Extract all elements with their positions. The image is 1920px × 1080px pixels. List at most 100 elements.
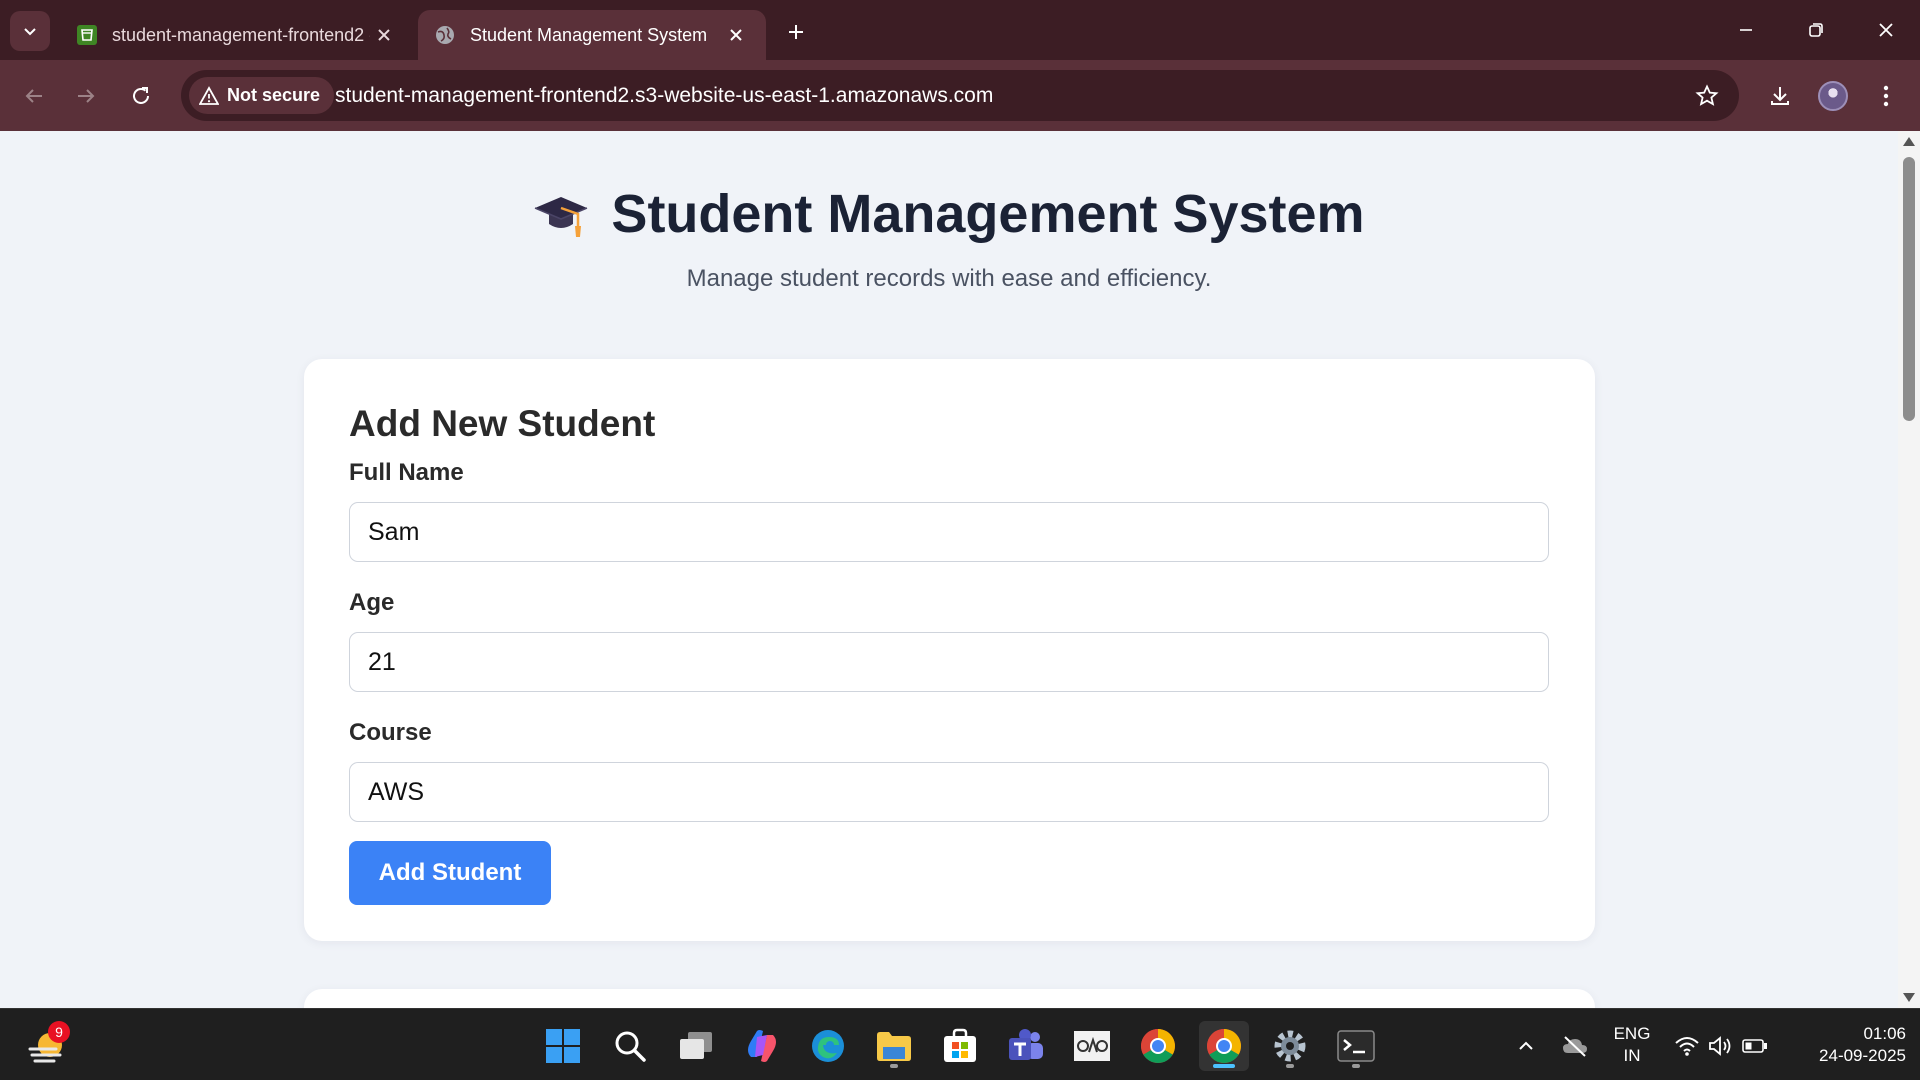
age-label: Age bbox=[349, 589, 395, 616]
course-label: Course bbox=[349, 719, 432, 746]
s3-bucket-icon bbox=[77, 25, 97, 45]
store-icon bbox=[944, 1028, 976, 1062]
tab-s3-console[interactable]: student-management-frontend2 - S3 bucket bbox=[60, 10, 414, 60]
forward-button[interactable] bbox=[66, 76, 106, 116]
profile-button[interactable] bbox=[1813, 76, 1853, 116]
scroll-thumb[interactable] bbox=[1903, 157, 1915, 421]
taskbar-search-button[interactable] bbox=[605, 1021, 655, 1071]
full-name-label: Full Name bbox=[349, 459, 464, 486]
scroll-down-arrow-icon[interactable] bbox=[1903, 993, 1915, 1002]
minimize-icon bbox=[1740, 29, 1752, 31]
chrome-profile-button[interactable] bbox=[1199, 1021, 1249, 1071]
settings-button[interactable] bbox=[1265, 1021, 1315, 1071]
course-input[interactable] bbox=[349, 762, 1549, 822]
restore-button[interactable] bbox=[1794, 10, 1838, 50]
page-header: Student Management System Manage student… bbox=[0, 183, 1898, 293]
notification-badge: 9 bbox=[48, 1021, 70, 1043]
url-text: student-management-frontend2.s3-website-… bbox=[335, 84, 994, 107]
new-tab-button[interactable] bbox=[780, 16, 812, 48]
tab-title: student-management-frontend2 - S3 bucket bbox=[112, 24, 370, 45]
scroll-up-arrow-icon[interactable] bbox=[1903, 137, 1915, 146]
back-button[interactable] bbox=[14, 76, 54, 116]
language-indicator[interactable]: ENG IN bbox=[1604, 1023, 1660, 1067]
edge-browser-button[interactable] bbox=[803, 1021, 853, 1071]
bookmark-button[interactable] bbox=[1691, 80, 1723, 112]
age-input[interactable] bbox=[349, 632, 1549, 692]
clock[interactable]: 01:06 24-09-2025 bbox=[1784, 1023, 1906, 1067]
region-code: IN bbox=[1623, 1046, 1641, 1065]
globe-icon bbox=[436, 26, 454, 44]
microsoft-store-button[interactable] bbox=[935, 1021, 985, 1071]
chevron-down-icon bbox=[24, 28, 36, 36]
full-name-input[interactable] bbox=[349, 502, 1549, 562]
folder-icon bbox=[877, 1032, 911, 1061]
page-viewport: Student Management System Manage student… bbox=[0, 131, 1898, 1008]
star-icon bbox=[1695, 84, 1719, 106]
chevron-up-icon bbox=[1519, 1041, 1533, 1050]
app-tile-icon bbox=[1074, 1031, 1110, 1061]
restore-icon bbox=[1809, 23, 1823, 37]
terminal-button[interactable] bbox=[1331, 1021, 1381, 1071]
search-icon bbox=[615, 1031, 646, 1062]
chrome-button[interactable] bbox=[1133, 1021, 1183, 1071]
tab-title: Student Management System bbox=[470, 24, 708, 45]
clock-time: 01:06 bbox=[1863, 1024, 1906, 1043]
arrow-right-icon bbox=[78, 89, 95, 103]
copilot-button[interactable] bbox=[737, 1021, 787, 1071]
page-scrollbar[interactable] bbox=[1898, 131, 1920, 1008]
quick-settings-button[interactable] bbox=[1666, 1021, 1776, 1071]
tab-close-button[interactable] bbox=[722, 21, 750, 49]
address-bar[interactable]: Not secure student-management-frontend2.… bbox=[181, 70, 1739, 121]
start-button[interactable] bbox=[538, 1021, 588, 1071]
plus-icon bbox=[789, 25, 803, 39]
close-icon bbox=[1879, 23, 1893, 37]
language-code: ENG bbox=[1613, 1024, 1651, 1043]
edge-icon bbox=[812, 1030, 844, 1062]
running-indicator bbox=[1352, 1064, 1360, 1068]
page-subtitle: Manage student records with ease and eff… bbox=[686, 265, 1212, 292]
tab-close-button[interactable] bbox=[370, 21, 398, 49]
download-icon bbox=[1771, 87, 1789, 105]
task-view-icon bbox=[680, 1032, 712, 1059]
chrome-icon bbox=[1207, 1029, 1241, 1063]
active-indicator bbox=[1213, 1064, 1235, 1068]
form-heading: Add New Student bbox=[349, 403, 656, 444]
copilot-icon bbox=[748, 1030, 776, 1062]
cloud-offline-icon bbox=[1563, 1036, 1587, 1057]
tab-search-button[interactable] bbox=[10, 11, 50, 51]
show-hidden-icons-button[interactable] bbox=[1501, 1021, 1551, 1071]
clock-date: 24-09-2025 bbox=[1819, 1046, 1906, 1065]
add-student-button[interactable]: Add Student bbox=[349, 841, 551, 905]
minimize-button[interactable] bbox=[1724, 10, 1768, 50]
add-student-card: Add New Student Full Name Age Course Add… bbox=[304, 359, 1595, 941]
browser-menu-button[interactable] bbox=[1866, 76, 1906, 116]
teams-button[interactable] bbox=[1001, 1021, 1051, 1071]
task-view-button[interactable] bbox=[671, 1021, 721, 1071]
windows-taskbar: 9 ENG IN 01:06 24-09-2025 bbox=[0, 1008, 1920, 1080]
more-vertical-icon bbox=[1883, 85, 1889, 107]
close-window-button[interactable] bbox=[1864, 10, 1908, 50]
avatar bbox=[1818, 81, 1848, 111]
security-label: Not secure bbox=[227, 85, 321, 105]
reload-button[interactable] bbox=[121, 76, 161, 116]
gear-icon bbox=[1274, 1030, 1306, 1062]
windows-logo-icon bbox=[546, 1029, 580, 1063]
browser-toolbar: Not secure student-management-frontend2.… bbox=[0, 60, 1920, 131]
warning-triangle-icon bbox=[199, 85, 219, 105]
pinned-app-button[interactable] bbox=[1067, 1021, 1117, 1071]
page-title: Student Management System bbox=[611, 184, 1365, 244]
file-explorer-button[interactable] bbox=[869, 1021, 919, 1071]
close-icon bbox=[730, 29, 742, 41]
downloads-button[interactable] bbox=[1760, 76, 1800, 116]
close-icon bbox=[378, 29, 390, 41]
onedrive-button[interactable] bbox=[1550, 1021, 1600, 1071]
tab-student-management[interactable]: Student Management System bbox=[418, 10, 766, 60]
security-indicator[interactable]: Not secure bbox=[189, 77, 335, 114]
chrome-icon bbox=[1141, 1029, 1175, 1063]
running-indicator bbox=[890, 1064, 898, 1068]
wifi-icon bbox=[1675, 1037, 1699, 1056]
arrow-left-icon bbox=[25, 89, 42, 103]
title-row: Student Management System bbox=[533, 183, 1365, 245]
reload-icon bbox=[133, 87, 149, 104]
teams-icon bbox=[1009, 1029, 1043, 1060]
